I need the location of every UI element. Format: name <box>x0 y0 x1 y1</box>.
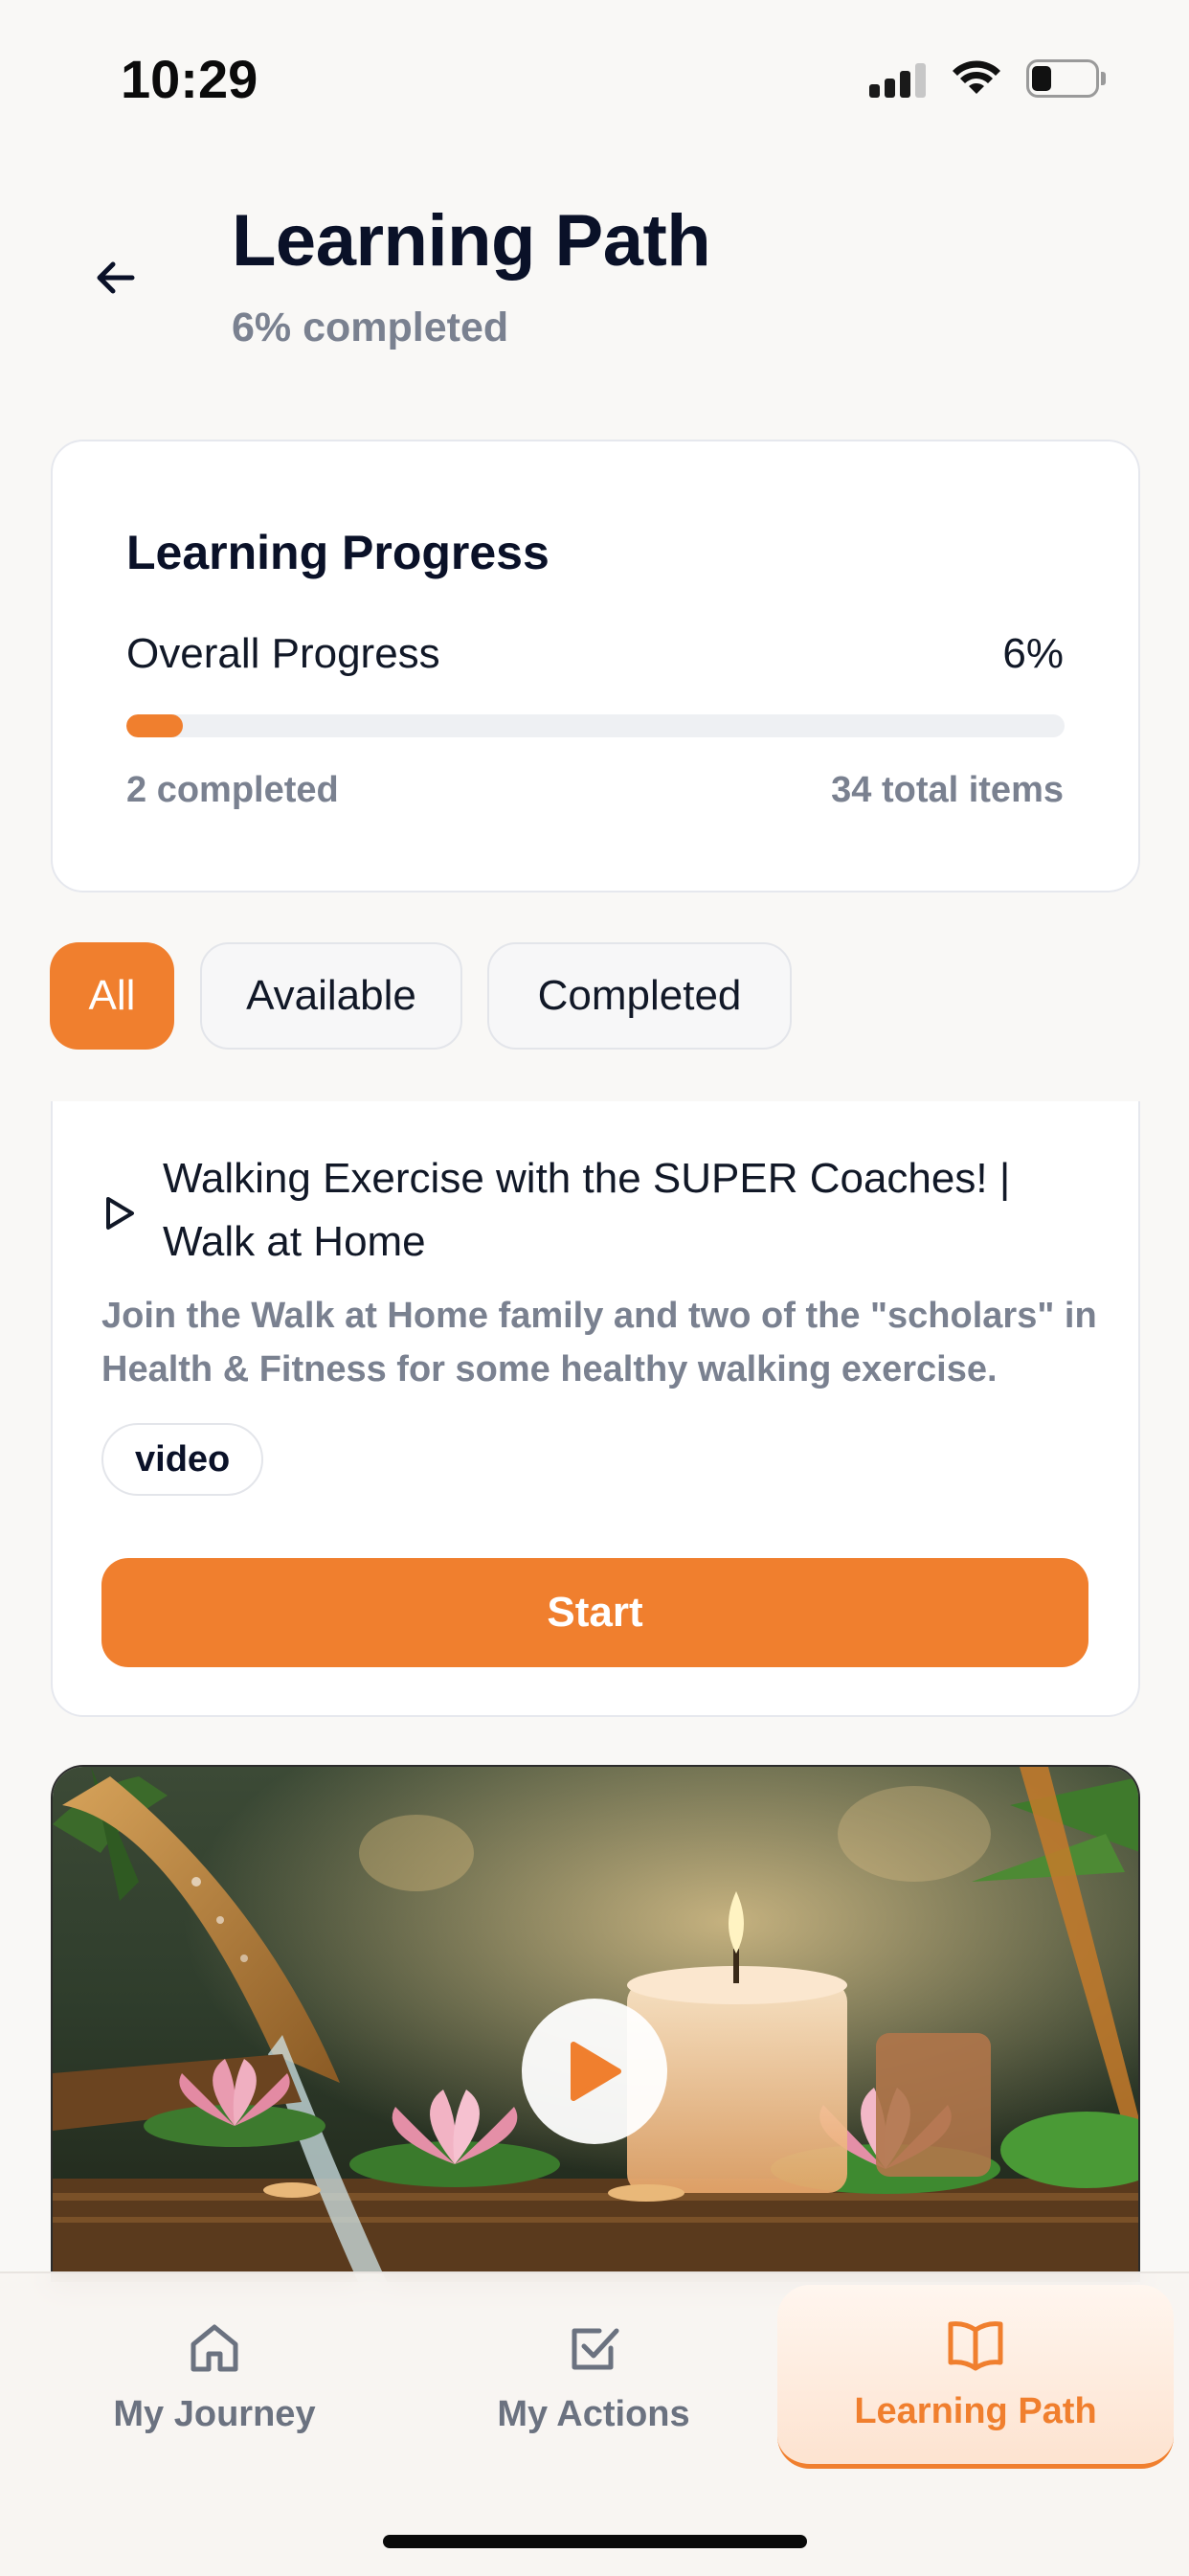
overall-progress-label: Overall Progress <box>126 630 440 677</box>
play-outline-icon <box>106 1197 134 1230</box>
progress-heading: Learning Progress <box>126 526 550 579</box>
nav-label-my-journey: My Journey <box>113 2393 316 2434</box>
start-button[interactable]: Start <box>101 1558 1088 1667</box>
total-items-count: 34 total items <box>831 770 1064 810</box>
cellular-signal-icon <box>869 61 929 98</box>
nav-label-my-actions: My Actions <box>497 2393 690 2434</box>
progress-bar <box>126 714 1065 737</box>
checkbox-icon <box>572 2328 619 2369</box>
book-open-icon <box>948 2321 1003 2371</box>
progress-bar-fill <box>126 714 183 737</box>
nav-my-actions[interactable]: My Actions <box>398 2285 789 2469</box>
nav-my-journey[interactable]: My Journey <box>19 2285 410 2469</box>
completed-count: 2 completed <box>126 770 339 810</box>
play-icon <box>571 2042 621 2101</box>
wifi-icon <box>953 60 1000 94</box>
page-title: Learning Path <box>232 200 711 282</box>
content-type-badge: video <box>101 1423 264 1496</box>
home-indicator <box>383 2535 807 2548</box>
status-time: 10:29 <box>121 49 258 109</box>
filter-tab-completed[interactable]: Completed <box>487 942 792 1050</box>
home-icon <box>191 2324 238 2371</box>
item-title: Walking Exercise with the SUPER Coaches!… <box>163 1155 1011 1265</box>
video-play-button[interactable] <box>522 1999 667 2144</box>
page-subtitle: 6% completed <box>232 305 509 350</box>
filter-tab-all[interactable]: All <box>50 942 174 1050</box>
back-arrow-icon[interactable] <box>88 251 142 305</box>
overall-progress-percent: 6% <box>1002 630 1064 677</box>
item-description: Join the Walk at Home family and two of … <box>101 1296 1097 1390</box>
battery-icon <box>1026 59 1107 100</box>
nav-learning-path[interactable]: Learning Path <box>777 2285 1174 2469</box>
filter-tab-available[interactable]: Available <box>200 942 462 1050</box>
nav-label-learning-path: Learning Path <box>854 2391 1097 2431</box>
